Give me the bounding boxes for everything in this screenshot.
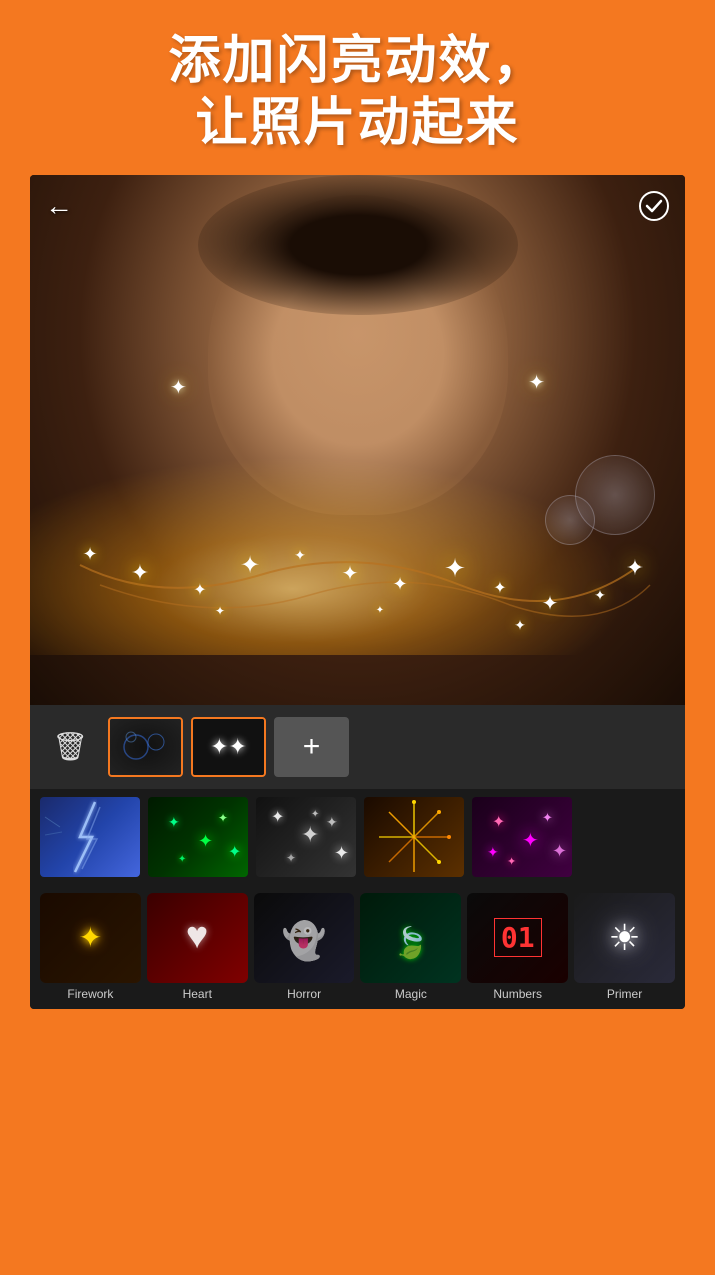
effect-butterflies[interactable]: ✦ ✦ ✦ ✦ ✦ ✦ bbox=[472, 797, 572, 877]
sparkle-1: ✦ bbox=[170, 375, 187, 400]
svg-text:✦: ✦ bbox=[334, 843, 349, 863]
svg-text:✦: ✦ bbox=[301, 822, 319, 847]
effect-item-primer[interactable]: ☀ Primer bbox=[574, 893, 675, 1001]
hair-overlay bbox=[198, 175, 518, 315]
lightning-svg bbox=[40, 797, 140, 877]
svg-text:👻: 👻 bbox=[282, 919, 327, 962]
svg-text:✦: ✦ bbox=[492, 814, 505, 831]
svg-text:✦: ✦ bbox=[444, 553, 466, 583]
check-circle-icon bbox=[638, 190, 670, 222]
effect-label-heart: Heart bbox=[147, 987, 248, 1001]
delete-button[interactable]: 🗑 bbox=[40, 717, 100, 777]
effect-item-heart[interactable]: ♥ Heart bbox=[147, 893, 248, 1001]
primer-icon: ☀ bbox=[608, 917, 640, 959]
numbers-display: 01 bbox=[494, 918, 542, 957]
effect-label-horror: Horror bbox=[254, 987, 355, 1001]
svg-text:✦: ✦ bbox=[376, 605, 384, 616]
effects-row-1: ✦ ✦ ✦ ✦ ✦ ✦ ✦ ✦ ✦ ✦ ✦ bbox=[30, 789, 685, 885]
selected-effect-2[interactable]: ✦✦ bbox=[191, 717, 266, 777]
svg-text:✦: ✦ bbox=[326, 814, 338, 830]
effect-sparkles[interactable]: ✦ ✦ ✦ ✦ ✦ bbox=[148, 797, 248, 877]
svg-text:✦: ✦ bbox=[82, 544, 97, 564]
effect-firework[interactable] bbox=[364, 797, 464, 877]
effect-item-numbers[interactable]: 01 Numbers bbox=[467, 893, 568, 1001]
firework-svg bbox=[364, 797, 464, 877]
firework2-icon: ✦ bbox=[79, 921, 102, 954]
svg-text:✦: ✦ bbox=[193, 582, 206, 599]
svg-text:♥: ♥ bbox=[186, 915, 209, 957]
svg-text:✦: ✦ bbox=[522, 830, 539, 852]
effect-item-firework2[interactable]: ✦ Firework bbox=[40, 893, 141, 1001]
svg-text:✦: ✦ bbox=[311, 809, 319, 820]
svg-text:✦: ✦ bbox=[218, 811, 228, 825]
svg-text:✦: ✦ bbox=[552, 841, 567, 861]
photo-editor: ✦ ✦ ✦ ✦ ✦ ✦ ✦ ✦ ✦ ✦ ✦ ✦ ✦ ✦ ✦ ✦ ✦ ← bbox=[30, 175, 685, 1009]
svg-text:✦: ✦ bbox=[507, 856, 516, 868]
effect-item-horror[interactable]: 👻 Horror bbox=[254, 893, 355, 1001]
effects-row-2: ✦ Firework ♥ Heart 👻 Horror bbox=[30, 885, 685, 1009]
effect-snow[interactable]: ✦ ✦ ✦ ✦ ✦ ✦ bbox=[256, 797, 356, 877]
svg-text:✦: ✦ bbox=[168, 814, 180, 830]
header: 添加闪亮动效， 让照片动起来 bbox=[0, 0, 715, 175]
effect-label-primer: Primer bbox=[574, 987, 675, 1001]
selected-effect-1[interactable] bbox=[108, 717, 183, 777]
effect-preview-butterflies: ✦ ✦ ✦ ✦ ✦ ✦ bbox=[472, 797, 572, 877]
effect-preview-magic: 🍃 bbox=[360, 893, 461, 983]
svg-text:✦: ✦ bbox=[294, 547, 306, 563]
svg-text:✦: ✦ bbox=[542, 593, 559, 615]
effect-preview-numbers: 01 bbox=[467, 893, 568, 983]
svg-text:✦: ✦ bbox=[626, 555, 644, 580]
svg-text:✦: ✦ bbox=[594, 587, 606, 603]
horror-svg: 👻 bbox=[264, 903, 344, 973]
snow-svg: ✦ ✦ ✦ ✦ ✦ ✦ bbox=[256, 797, 356, 877]
photo-canvas[interactable]: ✦ ✦ ✦ ✦ ✦ ✦ ✦ ✦ ✦ ✦ ✦ ✦ ✦ ✦ ✦ ✦ ✦ ← bbox=[30, 175, 685, 705]
effect-label-magic: Magic bbox=[360, 987, 461, 1001]
header-title: 添加闪亮动效， 让照片动起来 bbox=[20, 30, 695, 155]
effect-preview-sparkles: ✦ ✦ ✦ ✦ ✦ bbox=[148, 797, 248, 877]
effect-preview-svg bbox=[116, 722, 176, 772]
svg-text:✦: ✦ bbox=[514, 617, 526, 633]
wire-lights-svg: ✦ ✦ ✦ ✦ ✦ ✦ ✦ ✦ ✦ ✦ ✦ ✦ ✦ ✦ ✦ bbox=[60, 485, 660, 645]
svg-text:✦: ✦ bbox=[228, 844, 241, 861]
svg-text:✦: ✦ bbox=[493, 580, 506, 597]
effect-item-magic[interactable]: 🍃 Magic bbox=[360, 893, 461, 1001]
svg-text:✦: ✦ bbox=[342, 563, 359, 585]
toolbar: 🗑 ✦✦ + bbox=[30, 705, 685, 789]
effect-preview-horror: 👻 bbox=[254, 893, 355, 983]
effect-preview-lightning bbox=[40, 797, 140, 877]
effect-label-firework2: Firework bbox=[40, 987, 141, 1001]
butterflies-svg: ✦ ✦ ✦ ✦ ✦ ✦ bbox=[472, 797, 572, 877]
svg-text:✦: ✦ bbox=[131, 560, 149, 585]
heart-svg: ♥ bbox=[157, 903, 237, 973]
svg-text:✦: ✦ bbox=[286, 851, 296, 865]
magic-svg: 🍃 bbox=[371, 903, 451, 973]
effect-preview-primer: ☀ bbox=[574, 893, 675, 983]
sparkle-2: ✦ bbox=[528, 370, 545, 395]
svg-text:✦: ✦ bbox=[240, 552, 260, 579]
svg-text:✦: ✦ bbox=[198, 831, 213, 851]
svg-text:✦: ✦ bbox=[271, 809, 284, 826]
add-effect-button[interactable]: + bbox=[274, 717, 349, 777]
svg-text:✦: ✦ bbox=[178, 854, 186, 865]
effect-preview-snow: ✦ ✦ ✦ ✦ ✦ ✦ bbox=[256, 797, 356, 877]
svg-text:🍃: 🍃 bbox=[392, 924, 429, 960]
svg-text:✦: ✦ bbox=[542, 810, 553, 825]
effect-preview-heart: ♥ bbox=[147, 893, 248, 983]
back-button[interactable]: ← bbox=[45, 190, 73, 222]
effect-preview-firework bbox=[364, 797, 464, 877]
confirm-button[interactable] bbox=[638, 190, 670, 229]
effect-label-numbers: Numbers bbox=[467, 987, 568, 1001]
effect-preview-firework2: ✦ bbox=[40, 893, 141, 983]
effect-lightning[interactable] bbox=[40, 797, 140, 877]
svg-text:✦: ✦ bbox=[392, 574, 407, 594]
svg-text:✦: ✦ bbox=[487, 844, 499, 860]
svg-text:✦: ✦ bbox=[215, 604, 225, 618]
sparkles-svg: ✦ ✦ ✦ ✦ ✦ bbox=[148, 797, 248, 877]
